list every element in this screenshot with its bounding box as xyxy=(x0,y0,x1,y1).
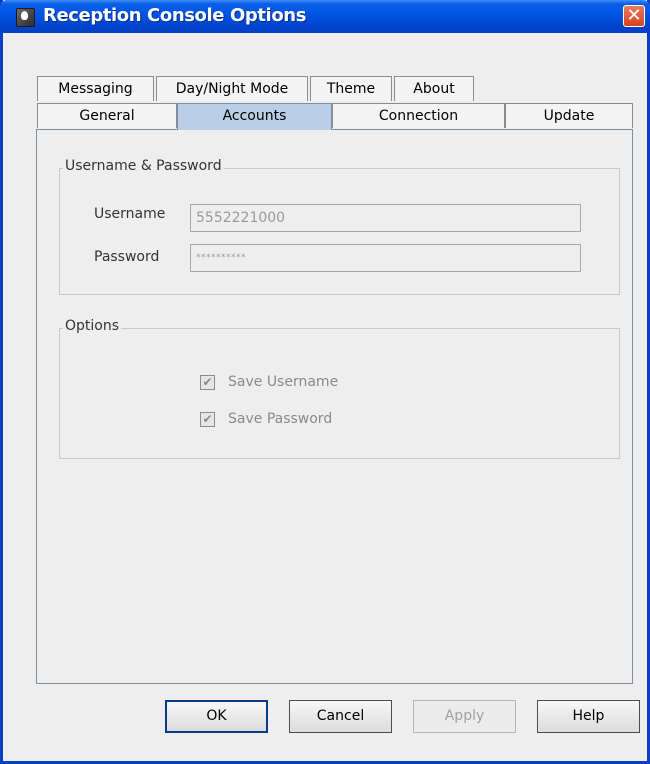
app-icon xyxy=(16,8,35,27)
save-username-label: Save Username xyxy=(228,374,339,390)
password-label: Password xyxy=(94,249,160,265)
checkmark-icon: ✔ xyxy=(202,412,213,426)
help-button[interactable]: Help xyxy=(537,700,640,733)
save-password-label: Save Password xyxy=(228,411,333,427)
options-group: Options ✔ Save Username ✔ Save Password xyxy=(59,318,620,459)
tab-general[interactable]: General xyxy=(37,103,177,128)
save-password-option[interactable]: ✔ Save Password xyxy=(200,411,430,431)
tab-day-night-mode[interactable]: Day/Night Mode xyxy=(156,76,308,101)
save-username-option[interactable]: ✔ Save Username xyxy=(200,374,430,394)
username-field[interactable]: 5552221000 xyxy=(190,204,581,232)
close-button[interactable]: ✕ xyxy=(623,5,645,27)
credentials-group: Username & Password Username 5552221000 … xyxy=(59,158,620,295)
ok-button[interactable]: OK xyxy=(165,700,268,733)
tab-about[interactable]: About xyxy=(394,76,474,101)
tab-accounts[interactable]: Accounts xyxy=(177,103,332,130)
close-icon: ✕ xyxy=(626,5,642,26)
save-password-checkbox[interactable]: ✔ xyxy=(200,412,215,427)
tab-messaging[interactable]: Messaging xyxy=(37,76,154,101)
accounts-panel: Username & Password Username 5552221000 … xyxy=(36,129,633,684)
window-title: Reception Console Options xyxy=(43,5,307,26)
username-label: Username xyxy=(94,206,166,222)
cancel-button[interactable]: Cancel xyxy=(289,700,392,733)
credentials-group-title: Username & Password xyxy=(63,158,224,174)
tab-connection[interactable]: Connection xyxy=(332,103,505,128)
checkmark-icon: ✔ xyxy=(202,375,213,389)
options-dialog: Reception Console Options ✕ Messaging Da… xyxy=(0,0,650,764)
title-bar[interactable]: Reception Console Options ✕ xyxy=(0,0,650,33)
apply-button[interactable]: Apply xyxy=(413,700,516,733)
save-username-checkbox[interactable]: ✔ xyxy=(200,375,215,390)
options-group-title: Options xyxy=(63,318,122,334)
tab-theme[interactable]: Theme xyxy=(310,76,392,101)
tab-update[interactable]: Update xyxy=(505,103,633,128)
password-field[interactable]: ********** xyxy=(190,244,581,272)
